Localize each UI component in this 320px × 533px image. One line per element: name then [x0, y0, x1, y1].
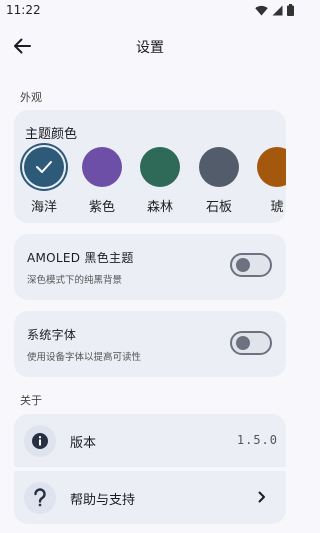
- chevron-right-icon: [258, 491, 265, 503]
- amoled-card[interactable]: AMOLED 黑色主题 深色模式下的纯黑背景: [14, 234, 286, 300]
- system-font-toggle-knob: [236, 336, 250, 350]
- page-title: 设置: [136, 40, 164, 56]
- status-time: 11:22: [6, 3, 41, 17]
- swatch-purple[interactable]: [82, 147, 122, 187]
- status-icons: [255, 4, 294, 16]
- about-card: 版本 1.5.0 帮助与支持: [14, 414, 286, 524]
- system-font-toggle[interactable]: [230, 331, 272, 355]
- version-row[interactable]: 版本 1.5.0: [14, 414, 286, 467]
- help-row[interactable]: 帮助与支持: [14, 471, 286, 524]
- version-label: 版本: [70, 436, 97, 451]
- signal-icon: [272, 5, 283, 15]
- version-value: 1.5.0: [236, 433, 278, 447]
- amoled-toggle[interactable]: [230, 253, 272, 277]
- check-icon: [36, 161, 52, 173]
- help-icon-wrap: [24, 482, 56, 514]
- system-font-subtitle: 使用设备字体以提高可读性: [27, 352, 142, 363]
- battery-icon: [287, 4, 294, 16]
- amoled-title: AMOLED 黑色主题: [27, 251, 134, 265]
- section-label-about: 关于: [20, 394, 42, 407]
- wifi-icon: [255, 5, 268, 15]
- section-label-appearance: 外观: [20, 91, 42, 104]
- system-font-title: 系统字体: [27, 328, 77, 342]
- app-bar: 设置: [0, 26, 300, 66]
- swatch-label-ocean: 海洋: [30, 200, 57, 215]
- theme-color-title: 主题颜色: [25, 127, 78, 142]
- status-bar: 11:22: [0, 0, 300, 22]
- swatch-amber[interactable]: [257, 147, 286, 187]
- swatch-label-forest: 森林: [146, 200, 173, 215]
- amoled-toggle-knob: [236, 258, 250, 272]
- swatch-label-amber: 琥: [270, 200, 284, 215]
- swatch-slate[interactable]: [199, 147, 239, 187]
- amoled-subtitle: 深色模式下的纯黑背景: [27, 275, 123, 286]
- theme-color-card: 主题颜色 海洋 紫色 森林 石板 琥: [14, 110, 286, 223]
- help-label: 帮助与支持: [70, 493, 136, 508]
- swatch-label-purple: 紫色: [88, 200, 115, 215]
- swatch-label-slate: 石板: [205, 200, 232, 215]
- info-icon: [32, 433, 48, 449]
- info-icon-wrap: [24, 425, 56, 457]
- system-font-card[interactable]: 系统字体 使用设备字体以提高可读性: [14, 311, 286, 377]
- swatch-forest[interactable]: [140, 147, 180, 187]
- help-icon: [34, 488, 46, 507]
